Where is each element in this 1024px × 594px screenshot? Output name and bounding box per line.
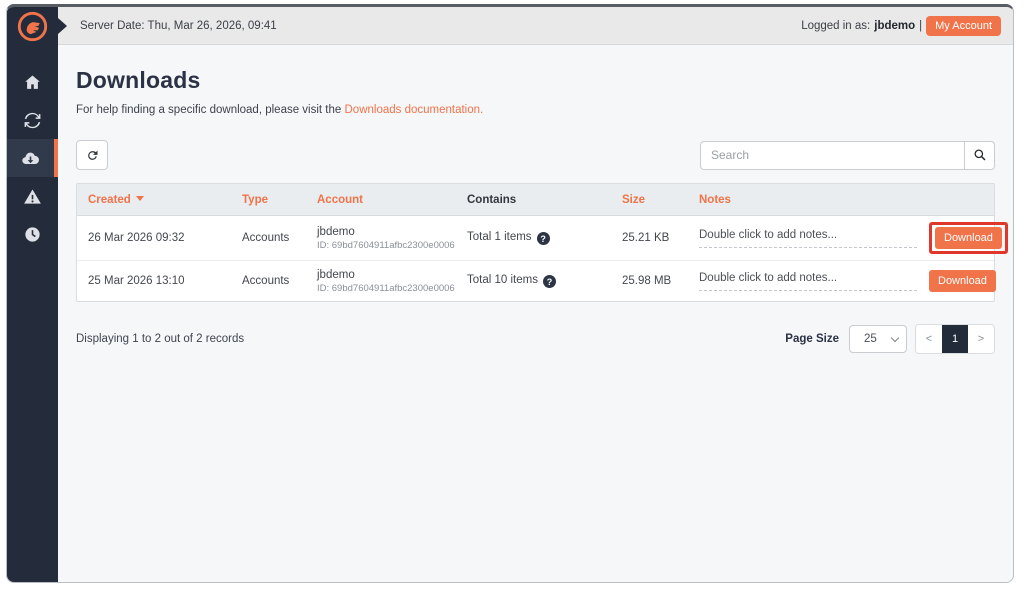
page-size-value: 25	[864, 333, 877, 345]
logged-in-username: jbdemo	[874, 20, 915, 32]
cloud-download-icon	[21, 149, 40, 168]
table-row: 26 Mar 2026 09:32 Accounts jbdemo ID: 69…	[77, 216, 994, 261]
clock-icon	[23, 225, 42, 244]
highlight-annotation: Download	[929, 222, 1008, 254]
cell-created: 26 Mar 2026 09:32	[77, 226, 231, 250]
account-name: jbdemo	[317, 226, 456, 238]
page-size-select[interactable]: 25	[849, 325, 907, 353]
column-header-account[interactable]: Account	[306, 194, 456, 206]
notes-field[interactable]: Double click to add notes...	[699, 272, 917, 291]
page-size-label: Page Size	[785, 333, 839, 345]
app-window: Server Date: Thu, Mar 26, 2026, 09:41 Lo…	[6, 4, 1014, 583]
column-header-contains: Contains	[456, 194, 611, 206]
pagination: < 1 >	[915, 324, 995, 354]
pager-zone: Page Size 25 < 1 >	[785, 324, 995, 354]
sync-icon	[23, 111, 42, 130]
app-logo[interactable]	[7, 7, 58, 45]
cell-size: 25.98 MB	[611, 269, 688, 293]
sidebar-item-queue[interactable]	[7, 215, 58, 253]
cell-created: 25 Mar 2026 13:10	[77, 269, 231, 293]
table-toolbar	[76, 140, 995, 170]
next-page-button[interactable]: >	[968, 325, 994, 353]
sidebar-item-home[interactable]	[7, 63, 58, 101]
page-title: Downloads	[76, 67, 995, 94]
notes-field[interactable]: Double click to add notes...	[699, 229, 917, 248]
account-id: ID: 69bd7604911afbc2300e0006	[317, 240, 456, 251]
current-page-button[interactable]: 1	[942, 325, 968, 353]
table-row: 25 Mar 2026 13:10 Accounts jbdemo ID: 69…	[77, 261, 994, 301]
home-icon	[23, 73, 42, 92]
my-account-button[interactable]: My Account	[926, 16, 1001, 36]
server-date: Server Date: Thu, Mar 26, 2026, 09:41	[80, 20, 277, 32]
sidebar-item-alerts[interactable]	[7, 177, 58, 215]
page-subtitle: For help finding a specific download, pl…	[76, 104, 995, 116]
logged-in-label: Logged in as:	[801, 20, 870, 32]
column-header-size[interactable]: Size	[611, 194, 688, 206]
cell-contains: Total 1 items?	[456, 225, 611, 252]
download-button[interactable]: Download	[935, 227, 1002, 249]
prev-page-button[interactable]: <	[916, 325, 942, 353]
search-input[interactable]	[700, 141, 964, 170]
cell-notes: Double click to add notes...	[688, 223, 918, 254]
cell-type: Accounts	[231, 226, 306, 250]
question-circle-icon: ?	[543, 275, 556, 288]
table-header-row: Created Type Account Contains Size Notes	[77, 184, 994, 216]
search-button[interactable]	[964, 141, 995, 170]
account-area: Logged in as: jbdemo | My Account	[801, 16, 1001, 36]
topbar: Server Date: Thu, Mar 26, 2026, 09:41 Lo…	[58, 7, 1013, 45]
jetbackup-logo-icon	[16, 10, 49, 43]
separator: |	[919, 20, 922, 32]
sidebar-item-downloads[interactable]	[7, 139, 58, 177]
column-header-notes[interactable]: Notes	[688, 194, 918, 206]
help-text: For help finding a specific download, pl…	[76, 104, 341, 116]
cell-contains: Total 10 items?	[456, 268, 611, 295]
warning-icon	[23, 187, 42, 206]
cell-account: jbdemo ID: 69bd7604911afbc2300e0006	[306, 220, 456, 257]
cell-type: Accounts	[231, 269, 306, 293]
sidebar-arrow-decoration	[58, 18, 67, 34]
sidebar-item-backups[interactable]	[7, 101, 58, 139]
documentation-link[interactable]: Downloads documentation.	[345, 104, 484, 116]
question-circle-icon: ?	[537, 232, 550, 245]
cell-size: 25.21 KB	[611, 226, 688, 250]
refresh-icon	[85, 148, 100, 163]
table-footer: Displaying 1 to 2 out of 2 records Page …	[76, 324, 995, 354]
cell-account: jbdemo ID: 69bd7604911afbc2300e0006	[306, 263, 456, 300]
account-id: ID: 69bd7604911afbc2300e0006	[317, 283, 456, 294]
column-header-created[interactable]: Created	[77, 194, 231, 206]
search-icon	[973, 148, 987, 162]
records-summary: Displaying 1 to 2 out of 2 records	[76, 333, 244, 345]
column-header-type[interactable]: Type	[231, 194, 306, 206]
chevron-down-icon	[891, 333, 899, 341]
sidebar	[7, 7, 58, 582]
account-name: jbdemo	[317, 269, 456, 281]
download-button[interactable]: Download	[929, 270, 996, 292]
cell-notes: Double click to add notes...	[688, 266, 918, 297]
search-group	[700, 141, 995, 170]
cell-action: Download	[918, 216, 1014, 260]
main-content: Downloads For help finding a specific do…	[58, 45, 1013, 582]
refresh-button[interactable]	[76, 140, 108, 170]
cell-action: Download	[918, 264, 1008, 298]
downloads-table: Created Type Account Contains Size Notes…	[76, 183, 995, 302]
